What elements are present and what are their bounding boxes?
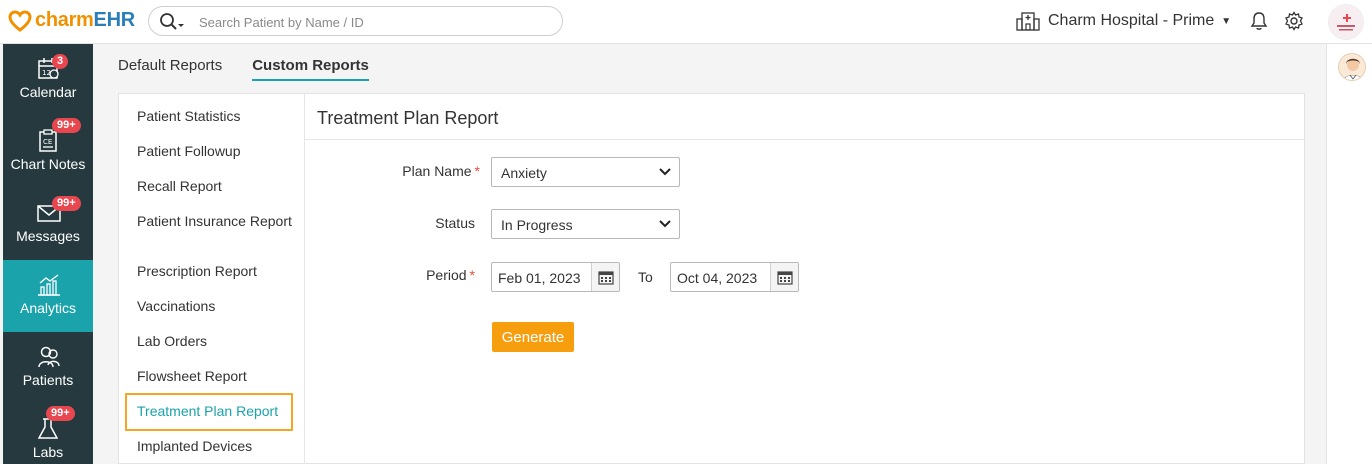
chevron-down-icon — [659, 168, 671, 176]
caret-down-icon: ▼ — [1221, 15, 1232, 27]
report-item-treatment-plan-report[interactable]: Treatment Plan Report — [137, 404, 297, 419]
brand-charm: charm — [35, 9, 94, 31]
search-input[interactable] — [199, 12, 549, 32]
calendar-icon — [777, 271, 793, 285]
plan-name-value: Anxiety — [501, 165, 547, 181]
report-item-flowsheet-report[interactable]: Flowsheet Report — [137, 369, 297, 384]
nav-patients[interactable]: Patients — [3, 332, 93, 404]
nav-chart-notes-label: Chart Notes — [10, 156, 86, 172]
report-form-header: Treatment Plan Report — [305, 94, 1305, 140]
tab-default-reports[interactable]: Default Reports — [118, 57, 222, 81]
report-item-patient-followup[interactable]: Patient Followup — [137, 144, 297, 159]
status-select[interactable]: In Progress — [491, 209, 680, 239]
labs-badge: 99+ — [46, 406, 75, 421]
to-label: To — [638, 269, 653, 285]
report-form: Treatment Plan Report Plan Name * Anxiety… — [305, 94, 1305, 464]
report-tabs: Default Reports Custom Reports — [118, 57, 369, 81]
report-item-recall-report[interactable]: Recall Report — [137, 179, 297, 194]
top-bar: charmEHR Charm Hospital - Prime ▼ — [0, 0, 1372, 44]
plan-name-select[interactable]: Anxiety — [491, 157, 680, 187]
report-item-vaccinations[interactable]: Vaccinations — [137, 299, 297, 314]
hospital-building-icon — [1016, 12, 1040, 31]
svg-text:CE: CE — [43, 138, 52, 146]
from-date-field[interactable]: Feb 01, 2023 — [491, 262, 620, 292]
search-icon[interactable] — [159, 12, 185, 37]
plan-name-label: Plan Name * — [360, 163, 480, 179]
required-mark: * — [474, 163, 480, 179]
report-item-implanted-devices[interactable]: Implanted Devices — [137, 439, 297, 454]
report-title: Treatment Plan Report — [317, 108, 499, 128]
nav-chart-notes[interactable]: CE 99+ Chart Notes — [3, 116, 93, 188]
nav-calendar[interactable]: 12 3 Calendar — [3, 44, 93, 116]
brand-ehr: EHR — [93, 9, 136, 31]
practice-logo-avatar[interactable] — [1328, 4, 1364, 40]
from-date-value: Feb 01, 2023 — [498, 270, 581, 286]
right-rail — [1326, 44, 1372, 464]
doctor-avatar-icon — [1343, 58, 1363, 80]
analytics-chart-icon — [38, 274, 60, 296]
required-mark: * — [469, 267, 475, 283]
bell-icon[interactable] — [1250, 11, 1268, 36]
nav-labs[interactable]: 99+ Labs — [3, 404, 93, 464]
charmehr-logo[interactable]: charm EHR — [8, 9, 135, 32]
gear-icon[interactable] — [1284, 11, 1304, 36]
status-label: Status — [435, 215, 475, 231]
to-date-value: Oct 04, 2023 — [677, 270, 758, 286]
generate-button[interactable]: Generate — [492, 322, 574, 352]
report-item-prescription-report[interactable]: Prescription Report — [137, 264, 297, 279]
nav-messages[interactable]: 99+ Messages — [3, 188, 93, 260]
report-list: Patient Statistics Patient Followup Reca… — [119, 94, 305, 464]
heart-logo-icon — [8, 9, 32, 32]
chevron-down-icon — [659, 220, 671, 228]
facility-name: Charm Hospital - Prime — [1048, 12, 1215, 29]
period-label-text: Period — [426, 267, 467, 283]
report-item-lab-orders[interactable]: Lab Orders — [137, 334, 297, 349]
to-date-field[interactable]: Oct 04, 2023 — [670, 262, 799, 292]
tab-custom-reports[interactable]: Custom Reports — [252, 57, 369, 81]
facility-selector[interactable]: Charm Hospital - Prime ▼ — [1016, 11, 1231, 31]
nav-calendar-label: Calendar — [19, 84, 77, 100]
nav-labs-label: Labs — [32, 444, 64, 460]
messages-badge: 99+ — [52, 196, 81, 211]
left-navigation: 12 3 Calendar CE 99+ Chart Notes 99+ Mes… — [3, 44, 93, 464]
report-item-patient-insurance-report[interactable]: Patient Insurance Report — [137, 214, 297, 229]
from-date-calendar-button[interactable] — [591, 263, 619, 291]
custom-reports-panel: Patient Statistics Patient Followup Reca… — [118, 93, 1305, 464]
nav-analytics-label: Analytics — [19, 300, 77, 316]
user-avatar[interactable] — [1338, 53, 1366, 81]
plan-name-label-text: Plan Name — [402, 163, 472, 179]
to-date-calendar-button[interactable] — [770, 263, 798, 291]
patients-icon — [38, 346, 60, 368]
status-value: In Progress — [501, 217, 573, 233]
chart-notes-badge: 99+ — [52, 118, 81, 133]
nav-analytics[interactable]: Analytics — [3, 260, 93, 332]
nav-patients-label: Patients — [22, 372, 74, 388]
calendar-icon — [598, 271, 614, 285]
report-item-patient-statistics[interactable]: Patient Statistics — [137, 109, 297, 124]
health-care-logo-icon — [1337, 14, 1355, 31]
period-label: Period * — [355, 267, 475, 283]
calendar-badge: 3 — [52, 54, 69, 69]
nav-messages-label: Messages — [16, 228, 80, 244]
patient-search[interactable] — [148, 6, 563, 36]
